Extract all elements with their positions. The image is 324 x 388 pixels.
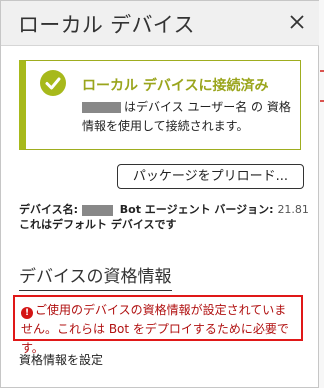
device-info: デバイス名: Bot エージェント バージョン: 21.81 これはデフォルト …: [19, 202, 309, 232]
preload-packages-button[interactable]: パッケージをプリロード...: [117, 164, 304, 189]
status-description: はデバイス ユーザー名 の 資格情報を使用して接続されます。: [82, 98, 297, 136]
device-name-row: デバイス名: Bot エージェント バージョン: 21.81: [19, 202, 309, 217]
set-credentials-link[interactable]: 資格情報を設定: [19, 351, 103, 368]
connection-status-card: ローカル デバイスに接続済み はデバイス ユーザー名 の 資格情報を使用して接続…: [19, 60, 301, 150]
redacted-device-name: [81, 204, 113, 216]
device-name-label: デバイス名:: [19, 203, 79, 216]
credentials-section-title: デバイスの資格情報: [19, 262, 172, 291]
local-device-panel: ローカル デバイス ローカル デバイスに接続済み はデバイス ユーザー名 の 資…: [0, 0, 319, 388]
error-text: ご使用のデバイスの資格情報が設定されていません。これらは Bot をデプロイする…: [21, 303, 289, 355]
bot-agent-version: 21.81: [277, 203, 309, 216]
close-icon[interactable]: [288, 13, 306, 31]
credentials-error-message: ! ご使用のデバイスの資格情報が設定されていません。これらは Bot をデプロイす…: [13, 295, 303, 355]
check-circle-icon: [39, 69, 67, 97]
panel-header: ローカル デバイス: [1, 1, 319, 46]
panel-title: ローカル デバイス: [18, 13, 195, 37]
status-title: ローカル デバイスに接続済み: [82, 78, 269, 94]
default-device-text: これはデフォルト デバイスです: [19, 218, 177, 231]
redacted-username: [82, 102, 121, 113]
background-edge: [319, 0, 324, 388]
edge-mark: [320, 70, 324, 72]
edge-mark: [320, 100, 324, 102]
error-icon: !: [21, 307, 33, 319]
bot-agent-label: Bot エージェント バージョン:: [119, 203, 274, 216]
